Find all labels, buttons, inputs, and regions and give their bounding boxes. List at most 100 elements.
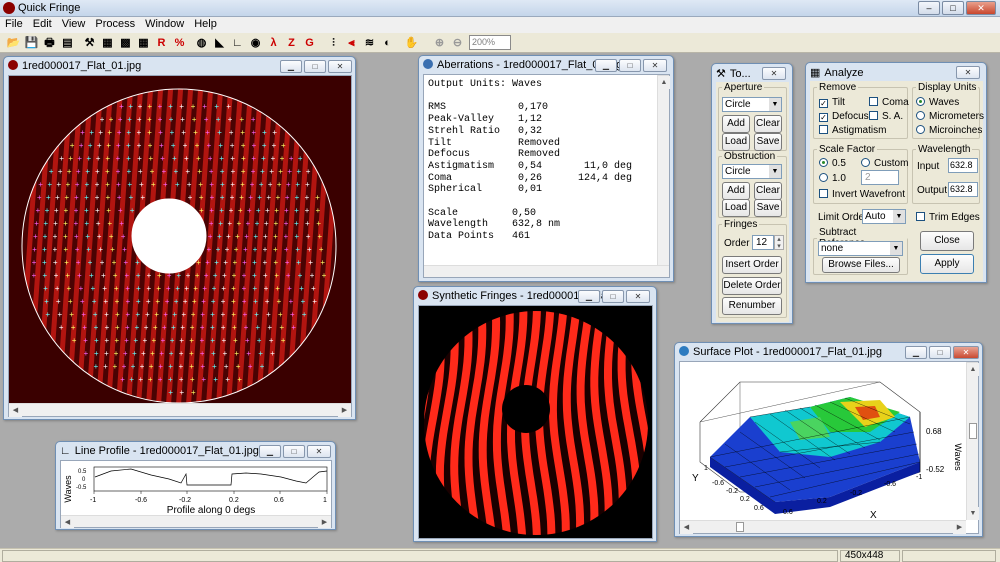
aberrations-vscroll[interactable]: ▲ <box>657 75 670 265</box>
aperture-load-button[interactable]: Load <box>722 133 750 151</box>
aperture-add-button[interactable]: Add <box>722 115 750 133</box>
save-icon[interactable]: 💾 <box>23 34 40 51</box>
remove-tilt-checkbox[interactable]: ✓ Tilt <box>819 97 845 108</box>
aperture-save-button[interactable]: Save <box>754 133 782 151</box>
minimize-button[interactable]: – <box>918 1 940 15</box>
surface-vscroll-thumb[interactable] <box>969 423 977 439</box>
aberrations-close-button[interactable]: ✕ <box>643 59 667 72</box>
aberrations-hscroll[interactable] <box>424 265 669 277</box>
interferogram-maximize-button[interactable]: □ <box>304 60 326 73</box>
obstruction-clear-button[interactable]: Clear <box>754 182 782 200</box>
percent-icon[interactable]: % <box>171 34 188 51</box>
analyze-close-button[interactable]: Close <box>920 231 974 251</box>
scroll-up-icon[interactable]: ▲ <box>658 76 670 89</box>
grid-a-icon[interactable]: ▦ <box>99 34 116 51</box>
browse-files-button[interactable]: Browse Files... <box>822 257 900 273</box>
scroll-left-icon[interactable]: ◀ <box>61 516 74 528</box>
units-micrometers-radio[interactable]: Micrometers <box>916 111 984 122</box>
limit-order-select[interactable]: Auto ▼ <box>862 209 906 224</box>
lambda-icon[interactable]: λ <box>265 34 282 51</box>
wavelength-input-field[interactable]: 632.8 <box>948 158 978 173</box>
insert-order-button[interactable]: Insert Order <box>722 256 782 274</box>
remove-coma-checkbox[interactable]: Coma <box>869 97 909 108</box>
obstruction-save-button[interactable]: Save <box>754 199 782 217</box>
profile-minimize-button[interactable]: ▁ <box>259 445 281 458</box>
wavelength-output-field[interactable]: 632.8 <box>948 182 978 197</box>
surface-maximize-button[interactable]: □ <box>929 346 951 359</box>
aberrations-maximize-button[interactable]: □ <box>619 59 641 72</box>
interferogram-minimize-button[interactable]: ▁ <box>280 60 302 73</box>
surface-vscroll[interactable]: ▲ ▼ <box>966 362 979 520</box>
scroll-left-icon[interactable]: ◀ <box>9 404 22 417</box>
line-icon[interactable]: ∟ <box>229 34 246 51</box>
zoom-select[interactable]: 200% <box>469 35 511 50</box>
hand-icon[interactable]: ✋ <box>403 34 420 51</box>
analyze-apply-button[interactable]: Apply <box>920 254 974 274</box>
surface-hscroll[interactable]: ◀ ▶ <box>680 520 966 534</box>
aperture-clear-button[interactable]: Clear <box>754 115 782 133</box>
subtract-reference-select[interactable]: none ▼ <box>818 241 903 256</box>
remove-astigmatism-checkbox[interactable]: Astigmatism <box>819 125 886 136</box>
trim-edges-checkbox[interactable]: Trim Edges <box>916 212 980 223</box>
grid-b-icon[interactable]: ▩ <box>117 34 134 51</box>
interferogram-canvas[interactable]: + + + + + + + + + + + + + + + + + + + + + + + + + + + + + + + + + + + + + + + +… <box>8 75 352 417</box>
zoom-out-icon[interactable]: ⊖ <box>449 34 466 51</box>
profile-close-button[interactable]: ✕ <box>307 445 331 458</box>
order-spinner[interactable]: ▴ ▾ <box>774 235 784 250</box>
units-waves-radio[interactable]: Waves <box>916 97 959 108</box>
aberrations-minimize-button[interactable]: ▁ <box>595 59 617 72</box>
surface-hscroll-thumb[interactable] <box>736 522 744 532</box>
menu-edit[interactable]: Edit <box>28 17 57 33</box>
scroll-right-icon[interactable]: ▶ <box>338 404 351 417</box>
r-icon[interactable]: R <box>153 34 170 51</box>
fringe-c-icon[interactable]: ≋ <box>361 34 378 51</box>
aperture-shape-select[interactable]: Circle ▼ <box>722 97 782 112</box>
surface-close-button[interactable]: ✕ <box>953 346 979 359</box>
maximize-button[interactable]: □ <box>942 1 964 15</box>
scale-10-radio[interactable]: 1.0 <box>819 173 846 184</box>
scale-05-radio[interactable]: 0.5 <box>819 158 846 169</box>
menu-file[interactable]: File <box>0 17 28 33</box>
synthetic-close-button[interactable]: ✕ <box>626 290 650 303</box>
surface-icon[interactable]: ◣ <box>211 34 228 51</box>
custom-scale-field[interactable]: 2 <box>861 170 899 185</box>
profile-maximize-button[interactable]: □ <box>283 445 305 458</box>
surface-plot-area[interactable]: 0.68 -0.52 Waves Y 1 -0.6 -0.2 0.2 0.6 0… <box>679 361 979 534</box>
menu-view[interactable]: View <box>57 17 91 33</box>
analyze-close-x-button[interactable]: ✕ <box>956 66 980 79</box>
open-icon[interactable]: 📂 <box>5 34 22 51</box>
line-profile-area[interactable]: Waves 0.5 0 -0.5 -1 -0.6 -0.2 0.2 0.6 1 … <box>60 460 332 528</box>
obstruction-add-button[interactable]: Add <box>722 182 750 200</box>
synthetic-minimize-button[interactable]: ▁ <box>578 290 600 303</box>
menu-help[interactable]: Help <box>189 17 222 33</box>
invert-wavefront-checkbox[interactable]: Invert Wavefront <box>819 189 905 200</box>
zoom-in-icon[interactable]: ⊕ <box>431 34 448 51</box>
preview-icon[interactable]: ▤ <box>59 34 76 51</box>
fringe-d-icon[interactable]: ◐ <box>379 34 396 51</box>
delete-order-button[interactable]: Delete Order <box>722 277 782 295</box>
scroll-down-icon[interactable]: ▼ <box>967 507 979 520</box>
scroll-up-icon[interactable]: ▲ <box>967 363 979 376</box>
remove-sa-checkbox[interactable]: S. A. <box>869 111 903 122</box>
scroll-right-icon[interactable]: ▶ <box>953 521 966 534</box>
obstruction-shape-select[interactable]: Circle ▼ <box>722 164 782 179</box>
tools-icon[interactable]: ⚒ <box>81 34 98 51</box>
remove-defocus-checkbox[interactable]: ✓ Defocus <box>819 111 869 122</box>
interferogram-close-button[interactable]: ✕ <box>328 60 352 73</box>
scroll-left-icon[interactable]: ◀ <box>680 521 693 534</box>
units-microinches-radio[interactable]: Microinches <box>916 125 982 136</box>
interferogram-hscroll[interactable]: ◀ ▶ <box>9 403 351 417</box>
fringe-b-icon[interactable]: ⫷ <box>343 34 360 51</box>
order-field[interactable]: 12 <box>752 235 774 250</box>
tools-close-button[interactable]: ✕ <box>762 67 786 80</box>
wave-icon[interactable]: ◉ <box>247 34 264 51</box>
g-icon[interactable]: G <box>301 34 318 51</box>
globe-icon[interactable]: ◍ <box>193 34 210 51</box>
print-icon[interactable]: 🖶 <box>41 34 58 51</box>
z-icon[interactable]: Z <box>283 34 300 51</box>
synthetic-maximize-button[interactable]: □ <box>602 290 624 303</box>
renumber-button[interactable]: Renumber <box>722 297 782 315</box>
menu-process[interactable]: Process <box>90 17 140 33</box>
scroll-right-icon[interactable]: ▶ <box>318 516 331 528</box>
grid-c-icon[interactable]: ▦ <box>135 34 152 51</box>
